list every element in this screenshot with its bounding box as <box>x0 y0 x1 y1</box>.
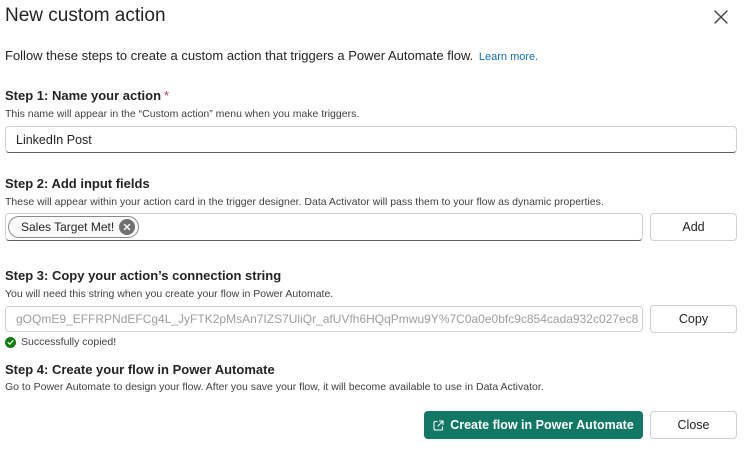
copy-button[interactable]: Copy <box>650 305 737 333</box>
input-fields-box[interactable]: Sales Target Met! <box>5 213 643 241</box>
intro-description: Follow these steps to create a custom ac… <box>5 48 474 63</box>
required-mark: * <box>164 88 170 103</box>
open-external-icon <box>433 419 444 431</box>
connection-string-value: gOQmE9_EFFRPNdEFCg4L_JyFTK2pMsAn7IZS7Uli… <box>16 312 639 326</box>
step1-description: This name will appear in the “Custom act… <box>5 108 360 120</box>
step2-description: These will appear within your action car… <box>5 196 604 208</box>
dialog-title: New custom action <box>5 5 166 26</box>
step3-title: Step 3: Copy your action’s connection st… <box>5 268 282 283</box>
step1-title-text: Step 1: Name your action <box>5 88 162 103</box>
action-name-input[interactable]: LinkedIn Post <box>5 126 737 153</box>
action-name-value: LinkedIn Post <box>16 132 92 147</box>
checkmark-circle-icon <box>5 336 16 348</box>
step3-description: You will need this string when you creat… <box>5 288 334 300</box>
step4-description: Go to Power Automate to design your flow… <box>5 381 544 393</box>
intro-text: Follow these steps to create a custom ac… <box>5 48 538 63</box>
dismiss-circle-icon[interactable] <box>119 219 136 235</box>
close-icon[interactable] <box>712 8 730 26</box>
input-field-chip: Sales Target Met! <box>8 216 140 238</box>
chip-label: Sales Target Met! <box>21 220 115 234</box>
create-flow-button[interactable]: Create flow in Power Automate <box>424 411 643 439</box>
create-flow-label: Create flow in Power Automate <box>450 418 634 432</box>
step1-title: Step 1: Name your action * <box>5 88 169 103</box>
success-text: Successfully copied! <box>21 336 117 348</box>
close-button[interactable]: Close <box>650 411 737 439</box>
step4-title: Step 4: Create your flow in Power Automa… <box>5 362 275 377</box>
step2-title: Step 2: Add input fields <box>5 176 150 191</box>
learn-more-link[interactable]: Learn more. <box>479 51 538 63</box>
add-field-button[interactable]: Add <box>650 213 737 241</box>
connection-string-field[interactable]: gOQmE9_EFFRPNdEFCg4L_JyFTK2pMsAn7IZS7Uli… <box>5 306 643 332</box>
copy-success-message: Successfully copied! <box>5 336 116 348</box>
